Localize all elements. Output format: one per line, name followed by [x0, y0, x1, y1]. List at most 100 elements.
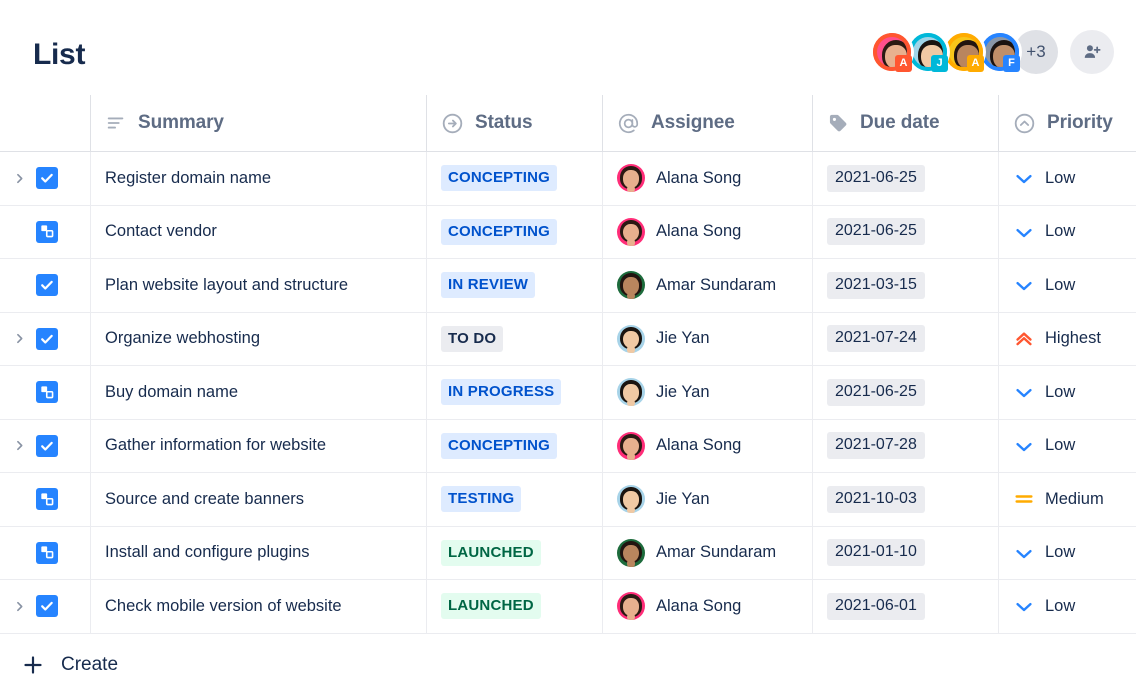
cell-priority[interactable]: Low: [998, 206, 1136, 259]
cell-due-date[interactable]: 2021-01-10: [812, 527, 998, 580]
priority-icon-wrap: [1013, 221, 1035, 243]
task-check-icon: [39, 277, 55, 293]
column-header-assignee[interactable]: Assignee: [602, 95, 812, 151]
status-badge: TO DO: [441, 326, 503, 352]
due-date-value: 2021-03-15: [827, 272, 925, 299]
assignee-avatar: [617, 325, 645, 353]
due-date-value: 2021-06-25: [827, 165, 925, 192]
cell-summary[interactable]: Organize webhosting: [90, 313, 426, 366]
expand-chevron-icon[interactable]: [10, 169, 28, 187]
assignee-name: Alana Song: [656, 597, 741, 616]
table-row[interactable]: Buy domain name IN PROGRESS Jie Yan 2021…: [0, 366, 1136, 420]
cell-assignee[interactable]: Alana Song: [602, 206, 812, 259]
priority-icon-wrap: [1013, 542, 1035, 564]
issue-type-icon[interactable]: [36, 542, 58, 564]
table-row[interactable]: Organize webhosting TO DO Jie Yan 2021-0…: [0, 313, 1136, 367]
cell-priority[interactable]: Highest: [998, 313, 1136, 366]
table-row[interactable]: Check mobile version of website LAUNCHED…: [0, 580, 1136, 634]
cell-due-date[interactable]: 2021-03-15: [812, 259, 998, 312]
cell-status[interactable]: CONCEPTING: [426, 152, 602, 205]
expand-chevron-icon[interactable]: [10, 330, 28, 348]
cell-status[interactable]: TO DO: [426, 313, 602, 366]
cell-priority[interactable]: Low: [998, 420, 1136, 473]
cell-priority[interactable]: Medium: [998, 473, 1136, 526]
cell-summary[interactable]: Register domain name: [90, 152, 426, 205]
cell-priority[interactable]: Low: [998, 580, 1136, 633]
avatar[interactable]: A: [870, 30, 914, 74]
cell-due-date[interactable]: 2021-06-25: [812, 206, 998, 259]
cell-summary[interactable]: Gather information for website: [90, 420, 426, 473]
cell-priority[interactable]: Low: [998, 259, 1136, 312]
cell-summary[interactable]: Buy domain name: [90, 366, 426, 419]
column-header-priority[interactable]: Priority: [998, 95, 1136, 151]
table-row[interactable]: Install and configure plugins LAUNCHED A…: [0, 527, 1136, 581]
cell-summary[interactable]: Check mobile version of website: [90, 580, 426, 633]
issue-type-icon[interactable]: [36, 488, 58, 510]
cell-assignee[interactable]: Amar Sundaram: [602, 527, 812, 580]
cell-summary[interactable]: Source and create banners: [90, 473, 426, 526]
issue-type-icon[interactable]: [36, 435, 58, 457]
issue-type-icon[interactable]: [36, 167, 58, 189]
expand-chevron-icon[interactable]: [10, 597, 28, 615]
create-button[interactable]: Create: [0, 637, 1136, 693]
issue-type-icon[interactable]: [36, 274, 58, 296]
expand-chevron-icon[interactable]: [10, 437, 28, 455]
circle-chevron-up-icon: [1013, 112, 1036, 135]
cell-due-date[interactable]: 2021-10-03: [812, 473, 998, 526]
cell-priority[interactable]: Low: [998, 152, 1136, 205]
cell-assignee[interactable]: Alana Song: [602, 152, 812, 205]
cell-summary[interactable]: Contact vendor: [90, 206, 426, 259]
column-header-due-date-label: Due date: [860, 112, 939, 134]
priority-icon-wrap: [1013, 595, 1035, 617]
assignee-name: Jie Yan: [656, 490, 710, 509]
due-date-value: 2021-07-28: [827, 432, 925, 459]
cell-status[interactable]: IN PROGRESS: [426, 366, 602, 419]
assignee-avatar: [617, 271, 645, 299]
cell-status[interactable]: IN REVIEW: [426, 259, 602, 312]
page-title: List: [33, 38, 85, 72]
cell-due-date[interactable]: 2021-06-25: [812, 366, 998, 419]
add-person-button[interactable]: [1070, 30, 1114, 74]
cell-assignee[interactable]: Jie Yan: [602, 366, 812, 419]
cell-status[interactable]: CONCEPTING: [426, 420, 602, 473]
cell-summary[interactable]: Install and configure plugins: [90, 527, 426, 580]
cell-assignee[interactable]: Alana Song: [602, 420, 812, 473]
plus-icon: [20, 652, 46, 678]
cell-priority[interactable]: Low: [998, 366, 1136, 419]
issue-type-icon[interactable]: [36, 221, 58, 243]
cell-status[interactable]: CONCEPTING: [426, 206, 602, 259]
issue-type-icon[interactable]: [36, 328, 58, 350]
column-header-due-date[interactable]: Due date: [812, 95, 998, 151]
table-row[interactable]: Source and create banners TESTING Jie Ya…: [0, 473, 1136, 527]
cell-assignee[interactable]: Jie Yan: [602, 313, 812, 366]
cell-summary[interactable]: Plan website layout and structure: [90, 259, 426, 312]
assignee-avatar: [617, 539, 645, 567]
cell-assignee[interactable]: Jie Yan: [602, 473, 812, 526]
cell-assignee[interactable]: Amar Sundaram: [602, 259, 812, 312]
cell-due-date[interactable]: 2021-07-24: [812, 313, 998, 366]
status-badge: LAUNCHED: [441, 540, 541, 566]
table-row[interactable]: Gather information for website CONCEPTIN…: [0, 420, 1136, 474]
cell-due-date[interactable]: 2021-07-28: [812, 420, 998, 473]
table-row[interactable]: Register domain name CONCEPTING Alana So…: [0, 152, 1136, 206]
issue-type-icon[interactable]: [36, 595, 58, 617]
subtask-icon: [40, 385, 55, 400]
cell-due-date[interactable]: 2021-06-01: [812, 580, 998, 633]
cell-status[interactable]: LAUNCHED: [426, 527, 602, 580]
cell-assignee[interactable]: Alana Song: [602, 580, 812, 633]
cell-status[interactable]: LAUNCHED: [426, 580, 602, 633]
column-header-summary[interactable]: Summary: [90, 95, 426, 151]
chevron-down-icon: [1013, 435, 1035, 457]
equals-bars-icon: [1013, 488, 1035, 510]
table-row[interactable]: Plan website layout and structure IN REV…: [0, 259, 1136, 313]
column-header-status[interactable]: Status: [426, 95, 602, 151]
cell-priority[interactable]: Low: [998, 527, 1136, 580]
tag-icon: [827, 112, 849, 134]
due-date-value: 2021-07-24: [827, 325, 925, 352]
row-gutter: [0, 473, 90, 526]
row-gutter: [0, 420, 90, 473]
issue-type-icon[interactable]: [36, 381, 58, 403]
cell-status[interactable]: TESTING: [426, 473, 602, 526]
table-row[interactable]: Contact vendor CONCEPTING Alana Song 202…: [0, 206, 1136, 260]
cell-due-date[interactable]: 2021-06-25: [812, 152, 998, 205]
